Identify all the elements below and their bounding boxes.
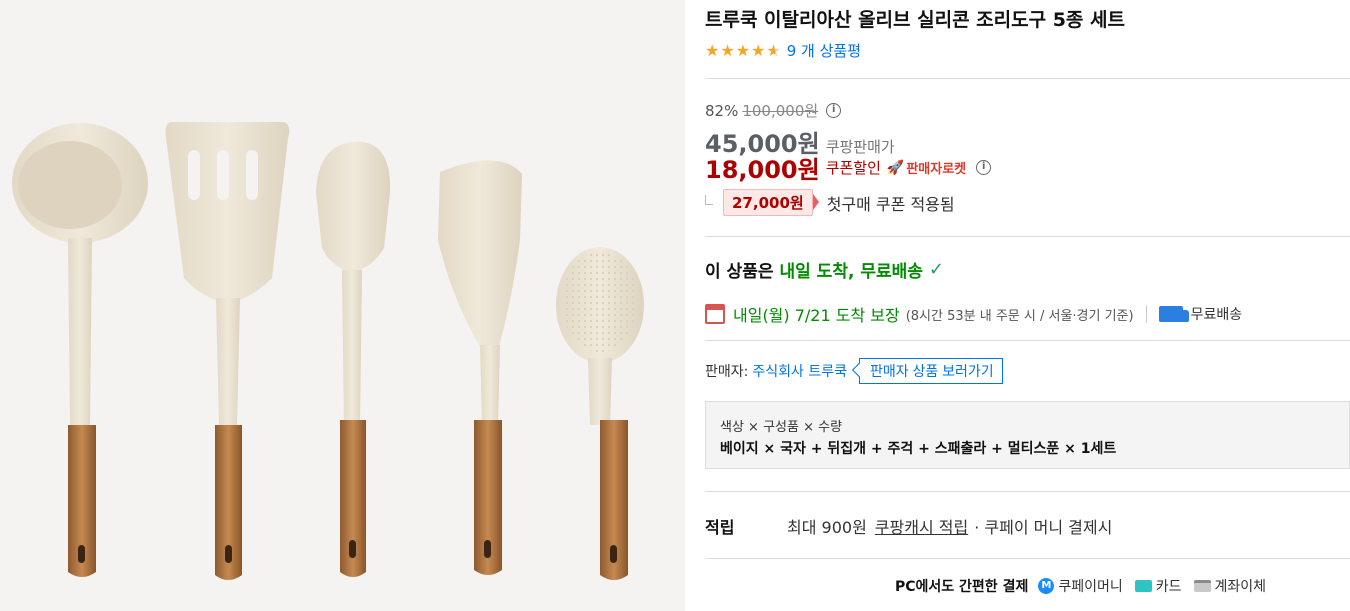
multi-spoon: [438, 160, 522, 575]
delivery-head-highlight: 내일 도착, 무료배송: [779, 262, 923, 282]
star-icon: ★: [705, 40, 720, 60]
connector-line: [705, 194, 713, 205]
points-prefix: 최대 900원: [787, 518, 867, 537]
first-coupon-text: 첫구매 쿠폰 적용됨: [826, 194, 955, 214]
truck-icon: [1158, 306, 1189, 322]
coupay-money-icon: M: [1038, 578, 1055, 594]
coupon-price: 18,000원: [705, 156, 820, 184]
star-icon: ★: [751, 40, 766, 60]
payment-method-label: 카드: [1155, 579, 1182, 595]
original-price: 100,000원: [742, 102, 819, 120]
arrival-row: 내일(월) 7/21 도착 보장 (8시간 53분 내 주문 시 / 서울·경기…: [705, 302, 1350, 326]
star-rating: ★ ★ ★ ★ ★: [705, 40, 781, 60]
divider: [705, 236, 1350, 237]
review-count-link[interactable]: 9 개 상품평: [787, 40, 861, 61]
payment-coupay-money[interactable]: M 쿠페이머니: [1038, 576, 1123, 596]
product-image[interactable]: [0, 0, 685, 611]
discount-rate: 82%: [705, 101, 739, 120]
star-icon: ★: [720, 40, 735, 60]
option-value: 베이지 × 국자 + 뒤집개 + 주걱 + 스패출라 + 멀티스푼 × 1세트: [720, 441, 1117, 457]
delivery-headline: 이 상품은 내일 도착, 무료배송 ✓: [705, 257, 944, 282]
rating-row[interactable]: ★ ★ ★ ★ ★ 9 개 상품평: [705, 40, 861, 61]
coupon-price-row: 18,000원 쿠폰할인 🚀 판매자로켓 i: [705, 150, 992, 185]
first-purchase-coupon-row: 27,000원 첫구매 쿠폰 적용됨: [705, 189, 955, 216]
seller-products-button[interactable]: 판매자 상품 보러가기: [858, 358, 1003, 384]
coupang-cash-link[interactable]: 쿠팡캐시 적립: [875, 514, 968, 538]
option-label: 색상 × 구성품 × 수량: [720, 420, 843, 435]
check-icon: ✓: [928, 259, 944, 280]
rocket-badge-label: 판매자로켓: [906, 162, 967, 177]
product-title: 트루쿡 이탈리아산 올리브 실리콘 조리도구 5종 세트: [705, 9, 1125, 31]
card-icon: [1134, 580, 1152, 592]
divider: [1145, 305, 1147, 323]
divider: [705, 558, 1350, 559]
calendar-icon: [705, 304, 725, 324]
seller-name-link[interactable]: 주식회사 트루쿡: [752, 361, 847, 381]
info-circle-icon[interactable]: i: [976, 160, 992, 175]
option-selector[interactable]: 색상 × 구성품 × 수량 베이지 × 국자 + 뒤집개 + 주걱 + 스패출라…: [705, 401, 1350, 469]
payment-title: PC에서도 간편한 결제: [895, 579, 1029, 595]
utensil-set-illustration: [12, 122, 644, 580]
first-coupon-amount: 27,000원: [723, 189, 819, 216]
payment-bank-transfer[interactable]: 계좌이체: [1193, 576, 1267, 596]
points-suffix: · 쿠페이 머니 결제시: [974, 518, 1113, 537]
divider: [705, 491, 1350, 492]
seller-row: 판매자: 주식회사 트루쿡 판매자 상품 보러가기: [705, 358, 1003, 384]
star-icon: ★: [735, 40, 751, 60]
divider: [705, 78, 1350, 79]
free-shipping-label: 무료배송: [1190, 307, 1243, 323]
delivery-head-prefix: 이 상품은: [705, 262, 774, 282]
payment-method-label: 계좌이체: [1214, 579, 1267, 595]
points-title: 적립: [705, 518, 735, 537]
bank-transfer-icon: [1193, 580, 1211, 592]
spatula: [316, 141, 391, 577]
arrival-condition: (8시간 53분 내 주문 시 / 서울·경기 기준): [905, 308, 1134, 324]
discount-row: 82% 100,000원 i: [705, 100, 842, 121]
star-half-icon: ★: [766, 40, 781, 60]
info-circle-icon[interactable]: i: [826, 103, 842, 118]
payment-card[interactable]: 카드: [1134, 576, 1182, 596]
points-row: 적립 최대 900원 쿠팡캐시 적립 · 쿠페이 머니 결제시: [705, 514, 1112, 538]
rice-paddle: [556, 247, 644, 580]
divider: [705, 340, 1350, 341]
slotted-turner: [165, 122, 290, 580]
product-info-panel: 트루쿡 이탈리아산 올리브 실리콘 조리도구 5종 세트 ★ ★ ★ ★ ★ 9…: [705, 0, 1350, 611]
seller-rocket-badge: 🚀 판매자로켓: [886, 158, 967, 178]
arrival-guarantee: 내일(월) 7/21 도착 보장: [733, 306, 900, 325]
ladle: [12, 123, 148, 577]
payment-row: PC에서도 간편한 결제 M 쿠페이머니 카드 계좌이체: [895, 576, 1278, 596]
rocket-icon: 🚀: [886, 159, 905, 176]
coupon-discount-label: 쿠폰할인: [825, 159, 881, 177]
seller-label: 판매자:: [705, 364, 749, 380]
payment-method-label: 쿠페이머니: [1058, 579, 1123, 595]
